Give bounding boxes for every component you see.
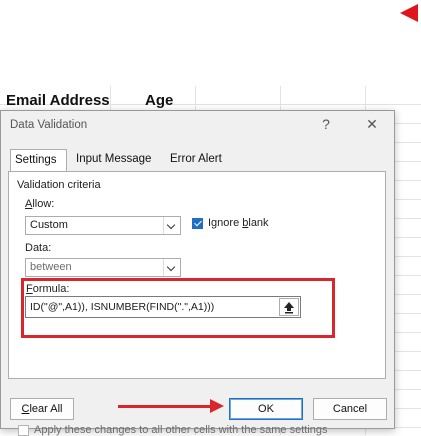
validation-criteria-label: Validation criteria [17, 179, 101, 191]
red-arrow-head-icon [210, 399, 224, 413]
settings-panel: Validation criteria Allow: Custom Ignore… [8, 171, 386, 436]
red-arrow-icon [118, 405, 213, 408]
allow-label: Allow: [25, 198, 55, 210]
chevron-down-icon [163, 217, 180, 234]
data-dropdown[interactable]: between [25, 258, 181, 277]
data-value: between [30, 261, 72, 273]
apply-all-label: Apply these changes to all other cells w… [34, 424, 328, 436]
tab-error-alert[interactable]: Error Alert [166, 149, 231, 171]
allow-dropdown[interactable]: Custom [25, 216, 181, 235]
ignore-blank-label: Ignore blank [208, 217, 269, 229]
red-arrow-marker-icon [400, 4, 418, 22]
formula-highlight-box [21, 278, 335, 338]
ignore-blank-checkbox[interactable] [192, 218, 203, 229]
apply-all-checkbox[interactable] [18, 425, 29, 436]
tab-input-message[interactable]: Input Message [72, 149, 164, 171]
chevron-down-icon [163, 259, 180, 276]
column-header-age[interactable]: Age [145, 92, 173, 109]
dialog-title: Data Validation [10, 119, 88, 131]
tab-settings[interactable]: Settings [10, 149, 67, 172]
allow-value: Custom [30, 219, 68, 231]
cancel-button[interactable]: Cancel [313, 398, 387, 420]
ok-button[interactable]: OK [229, 398, 303, 420]
column-header-email[interactable]: Email Address [6, 92, 110, 109]
help-button[interactable]: ? [317, 115, 335, 133]
data-validation-dialog: Data Validation ? ✕ Settings Input Messa… [0, 110, 395, 436]
close-button[interactable]: ✕ [363, 115, 381, 133]
clear-all-button[interactable]: Clear All [10, 398, 74, 420]
data-label: Data: [25, 242, 52, 254]
